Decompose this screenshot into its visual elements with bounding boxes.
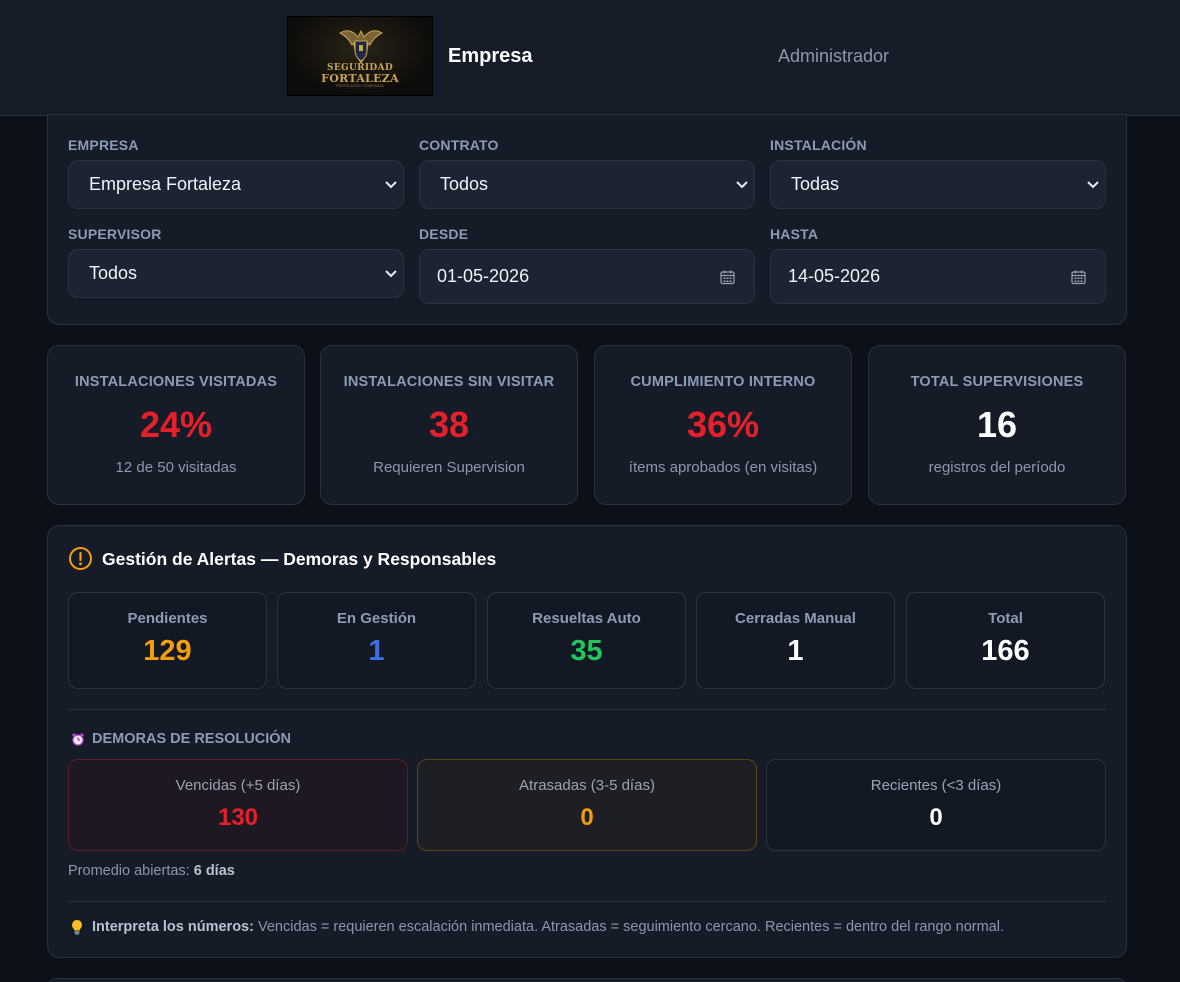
empresa-label: EMPRESA (68, 137, 139, 153)
logo-text-line2: FORTALEZA (321, 72, 399, 85)
next-section-card (47, 978, 1127, 982)
kpi-value: 16 (976, 404, 1018, 445)
empresa-select-value: Empresa Fortaleza (89, 174, 242, 194)
user-role: Administrador (778, 46, 890, 66)
kpi-subtitle: Requieren Supervision (373, 459, 525, 476)
demora-label: Vencidas (+5 días) (175, 777, 301, 794)
kpi-value: 36% (686, 404, 760, 445)
stat-value: 129 (143, 635, 192, 667)
kpi-card-visitadas: INSTALACIONES VISITADAS 24% 12 de 50 vis… (47, 345, 305, 505)
stat-label: Resueltas Auto (532, 610, 641, 627)
kpi-card-cumplimiento: CUMPLIMIENTO INTERNO 36% ítems aprobados… (594, 345, 852, 505)
tip-label: Interpreta los números: (92, 919, 254, 935)
promedio-label: Promedio abiertas: (68, 863, 190, 879)
instalacion-label: INSTALACIÓN (770, 137, 867, 153)
demora-vencidas: Vencidas (+5 días) 130 (68, 759, 408, 851)
stat-value: 1 (368, 635, 385, 667)
chevron-down-icon (385, 180, 397, 188)
kpi-title: CUMPLIMIENTO INTERNO (630, 374, 816, 390)
instalacion-select-value: Todas (791, 174, 840, 194)
demora-value: 0 (580, 804, 594, 831)
stat-resueltas-auto: Resueltas Auto 35 (487, 592, 686, 689)
supervisor-label: SUPERVISOR (68, 226, 162, 242)
tip-text: Vencidas = requieren escalación inmediat… (257, 919, 1004, 935)
hasta-date-value: 14-05-2026 (788, 266, 881, 286)
top-bar: SEGURIDAD FORTALEZA PROTECCIÓN Y CONFIAN… (0, 0, 1180, 116)
demoras-title: DEMORAS DE RESOLUCIÓN (92, 731, 291, 747)
demora-label: Atrasadas (3-5 días) (519, 777, 655, 794)
stat-en-gestion: En Gestión 1 (277, 592, 476, 689)
kpi-value: 38 (428, 404, 470, 445)
promedio-value: 6 días (193, 863, 235, 879)
alerts-title: Gestión de Alertas — Demoras y Responsab… (102, 549, 497, 569)
demora-value: 130 (217, 804, 259, 831)
kpi-subtitle: ítems aprobados (en visitas) (628, 459, 818, 476)
divider (68, 901, 1107, 902)
stat-label: Pendientes (127, 610, 208, 627)
demora-label: Recientes (<3 días) (870, 777, 1002, 794)
filters-panel: EMPRESA Empresa Fortaleza CONTRATO Todos… (47, 114, 1127, 325)
kpi-title: INSTALACIONES VISITADAS (74, 374, 278, 390)
supervisor-select-value: Todos (89, 263, 138, 283)
contrato-select-value: Todos (440, 174, 489, 194)
stat-label: Total (988, 610, 1023, 627)
company-name: Empresa (448, 45, 533, 67)
stat-value: 166 (981, 635, 1030, 667)
kpi-subtitle: 12 de 50 visitadas (115, 459, 237, 476)
company-logo: SEGURIDAD FORTALEZA PROTECCIÓN Y CONFIAN… (287, 16, 433, 96)
demora-recientes: Recientes (<3 días) 0 (766, 759, 1106, 851)
contrato-label: CONTRATO (419, 137, 499, 153)
desde-date-input[interactable]: 01-05-2026 (419, 249, 755, 304)
lightbulb-icon (72, 920, 82, 935)
stat-label: Cerradas Manual (735, 610, 856, 627)
alerts-panel: Gestión de Alertas — Demoras y Responsab… (47, 525, 1127, 958)
demora-atrasadas: Atrasadas (3-5 días) 0 (417, 759, 757, 851)
instalacion-select[interactable]: Todas (770, 160, 1106, 209)
kpi-value: 24% (139, 404, 213, 445)
interpretation-tip: Interpreta los números: Vencidas = requi… (92, 919, 1004, 935)
empresa-select[interactable]: Empresa Fortaleza (68, 160, 404, 209)
calendar-icon[interactable] (1071, 269, 1086, 284)
chevron-down-icon (385, 269, 397, 277)
kpi-card-sin-visitar: INSTALACIONES SIN VISITAR 38 Requieren S… (320, 345, 578, 505)
divider (68, 709, 1107, 710)
kpi-title: INSTALACIONES SIN VISITAR (343, 374, 555, 390)
stat-pendientes: Pendientes 129 (68, 592, 267, 689)
kpi-title: TOTAL SUPERVISIONES (910, 374, 1084, 390)
kpi-subtitle: registros del período (928, 459, 1066, 476)
hasta-label: HASTA (770, 226, 819, 242)
stat-value: 35 (570, 635, 603, 667)
demora-value: 0 (929, 804, 943, 831)
promedio-abiertas: Promedio abiertas: 6 días (68, 863, 235, 879)
stat-label: En Gestión (336, 610, 417, 627)
stat-value: 1 (787, 635, 804, 667)
alarm-clock-icon (72, 733, 84, 746)
kpi-card-total-supervisiones: TOTAL SUPERVISIONES 16 registros del per… (868, 345, 1126, 505)
warning-icon (69, 547, 92, 570)
stat-cerradas-manual: Cerradas Manual 1 (696, 592, 895, 689)
desde-date-value: 01-05-2026 (437, 266, 530, 286)
desde-label: DESDE (419, 226, 469, 242)
hasta-date-input[interactable]: 14-05-2026 (770, 249, 1106, 304)
chevron-down-icon (1087, 180, 1099, 188)
calendar-icon[interactable] (720, 269, 735, 284)
chevron-down-icon (736, 180, 748, 188)
contrato-select[interactable]: Todos (419, 160, 755, 209)
supervisor-select[interactable]: Todos (68, 249, 404, 298)
stat-total: Total 166 (906, 592, 1105, 689)
logo-text-line3: PROTECCIÓN Y CONFIANZA (336, 84, 384, 88)
